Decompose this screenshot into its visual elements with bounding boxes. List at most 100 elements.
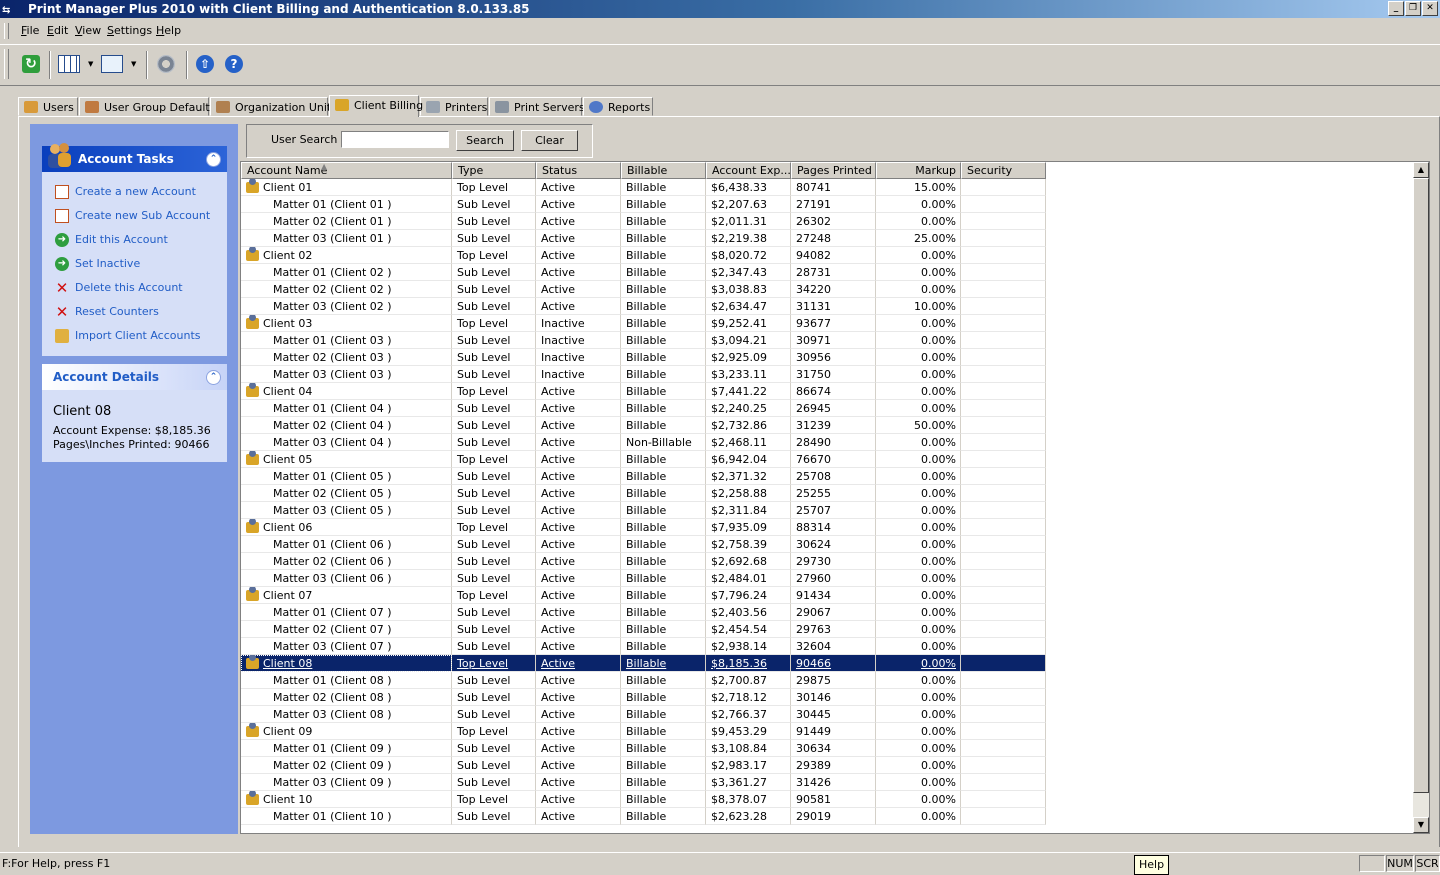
- tab-print-servers[interactable]: Print Servers: [489, 97, 585, 116]
- settings-button[interactable]: [153, 51, 179, 77]
- refresh-button[interactable]: ↻: [18, 51, 44, 77]
- table-row[interactable]: Matter 03 (Client 02 ) Sub Level Active Bil…: [241, 298, 1046, 315]
- app-icon[interactable]: ⇆: [2, 2, 24, 16]
- cell-account-name: Matter 03 (Client 03 ): [241, 366, 452, 383]
- table-row[interactable]: Matter 01 (Client 07 ) Sub Level Active Bil…: [241, 604, 1046, 621]
- account-tasks-header[interactable]: Account Tasks ⌃: [42, 143, 227, 172]
- tab-client-billing[interactable]: Client Billing: [329, 95, 423, 117]
- table-row[interactable]: Matter 02 (Client 02 ) Sub Level Active Bil…: [241, 281, 1046, 298]
- cell-security: [961, 570, 1046, 587]
- cell-billable: Billable: [621, 196, 706, 213]
- cell-markup: 0.00%: [876, 621, 961, 638]
- column-header-account-name[interactable]: Account Name: [241, 162, 452, 179]
- close-button[interactable]: ✕: [1422, 1, 1438, 16]
- table-row[interactable]: Matter 02 (Client 05 ) Sub Level Active Bil…: [241, 485, 1046, 502]
- column-header-billable[interactable]: Billable: [621, 162, 706, 179]
- table-row[interactable]: Matter 02 (Client 06 ) Sub Level Active Bil…: [241, 553, 1046, 570]
- tab-user-group-defaults[interactable]: User Group Defaults: [79, 97, 215, 116]
- table-row[interactable]: Client 09 Top Level Active Billable $9,453.2…: [241, 723, 1046, 740]
- table-row[interactable]: Matter 01 (Client 10 ) Sub Level Active Bil…: [241, 808, 1046, 825]
- table-row[interactable]: Matter 01 (Client 03 ) Sub Level Inactive B…: [241, 332, 1046, 349]
- column-header-security[interactable]: Security: [961, 162, 1046, 179]
- chart-view-dropdown[interactable]: ▼: [131, 60, 136, 68]
- table-row[interactable]: Matter 01 (Client 02 ) Sub Level Active Bil…: [241, 264, 1046, 281]
- table-row[interactable]: Matter 02 (Client 08 ) Sub Level Active Bil…: [241, 689, 1046, 706]
- table-row[interactable]: Client 04 Top Level Active Billable $7,441.2…: [241, 383, 1046, 400]
- detail-account-name: Client 08: [53, 404, 112, 419]
- restore-button[interactable]: ❐: [1405, 1, 1421, 16]
- create-sub-account-link[interactable]: Create new Sub Account: [55, 204, 227, 228]
- reset-counters-link[interactable]: ✕ Reset Counters: [55, 300, 227, 324]
- minimize-button[interactable]: _: [1388, 1, 1404, 16]
- table-row[interactable]: Matter 01 (Client 08 ) Sub Level Active Bil…: [241, 672, 1046, 689]
- account-details-header[interactable]: Account Details ⌃: [42, 364, 227, 390]
- table-row[interactable]: Client 10 Top Level Active Billable $8,378.0…: [241, 791, 1046, 808]
- menu-help[interactable]: Help: [156, 20, 181, 42]
- update-button[interactable]: ⇧: [192, 51, 218, 77]
- table-row[interactable]: Client 02 Top Level Active Billable $8,020.7…: [241, 247, 1046, 264]
- cell-pages-printed: 91449: [791, 723, 876, 740]
- column-header-type[interactable]: Type: [452, 162, 536, 179]
- scroll-thumb[interactable]: [1413, 178, 1429, 793]
- table-row[interactable]: Matter 03 (Client 06 ) Sub Level Active Bil…: [241, 570, 1046, 587]
- table-row[interactable]: Matter 03 (Client 03 ) Sub Level Inactive B…: [241, 366, 1046, 383]
- table-row[interactable]: Matter 03 (Client 08 ) Sub Level Active Bil…: [241, 706, 1046, 723]
- tab-reports[interactable]: Reports: [583, 97, 653, 116]
- table-row[interactable]: Client 06 Top Level Active Billable $7,935.0…: [241, 519, 1046, 536]
- column-header-status[interactable]: Status: [536, 162, 621, 179]
- table-row[interactable]: Matter 01 (Client 05 ) Sub Level Active Bil…: [241, 468, 1046, 485]
- collapse-icon[interactable]: ⌃: [206, 370, 221, 385]
- edit-account-link[interactable]: ➜ Edit this Account: [55, 228, 227, 252]
- table-row[interactable]: Client 07 Top Level Active Billable $7,796.2…: [241, 587, 1046, 604]
- table-row[interactable]: Client 05 Top Level Active Billable $6,942.0…: [241, 451, 1046, 468]
- toolbar-grip[interactable]: [4, 49, 9, 79]
- menu-file[interactable]: File: [21, 20, 39, 42]
- table-row[interactable]: Client 03 Top Level Inactive Billable $9,252…: [241, 315, 1046, 332]
- user-search-input[interactable]: [341, 131, 449, 148]
- table-row[interactable]: Matter 03 (Client 07 ) Sub Level Active Bil…: [241, 638, 1046, 655]
- table-row[interactable]: Matter 02 (Client 04 ) Sub Level Active Bil…: [241, 417, 1046, 434]
- table-row[interactable]: Matter 01 (Client 04 ) Sub Level Active Bil…: [241, 400, 1046, 417]
- chart-view-button[interactable]: [99, 51, 125, 77]
- cell-type: Sub Level: [452, 468, 536, 485]
- grid-view-dropdown[interactable]: ▼: [88, 60, 93, 68]
- menu-grip[interactable]: [4, 23, 9, 39]
- table-row[interactable]: Matter 02 (Client 07 ) Sub Level Active Bil…: [241, 621, 1046, 638]
- table-row[interactable]: Matter 01 (Client 01 ) Sub Level Active Bil…: [241, 196, 1046, 213]
- table-row[interactable]: Matter 03 (Client 09 ) Sub Level Active Bil…: [241, 774, 1046, 791]
- column-header-account-expense[interactable]: Account Exp...: [706, 162, 791, 179]
- import-accounts-link[interactable]: Import Client Accounts: [55, 324, 227, 348]
- menu-edit[interactable]: Edit: [47, 20, 68, 42]
- help-button[interactable]: ?: [221, 51, 247, 77]
- help-icon: ?: [225, 55, 243, 73]
- collapse-icon[interactable]: ⌃: [206, 152, 221, 167]
- create-account-link[interactable]: Create a new Account: [55, 180, 227, 204]
- table-row[interactable]: Matter 03 (Client 05 ) Sub Level Active Bil…: [241, 502, 1046, 519]
- search-button[interactable]: Search: [456, 130, 514, 151]
- cell-billable: Billable: [621, 298, 706, 315]
- cell-markup: 0.00%: [876, 536, 961, 553]
- menu-view[interactable]: View: [75, 20, 101, 42]
- delete-account-link[interactable]: ✕ Delete this Account: [55, 276, 227, 300]
- clear-button[interactable]: Clear: [521, 130, 578, 151]
- set-inactive-link[interactable]: ➜ Set Inactive: [55, 252, 227, 276]
- menu-settings[interactable]: Settings: [107, 20, 152, 42]
- table-row[interactable]: Matter 01 (Client 09 ) Sub Level Active Bil…: [241, 740, 1046, 757]
- grid-view-button[interactable]: [56, 51, 82, 77]
- table-row[interactable]: Matter 02 (Client 03 ) Sub Level Inactive B…: [241, 349, 1046, 366]
- table-row[interactable]: Matter 02 (Client 09 ) Sub Level Active Bil…: [241, 757, 1046, 774]
- table-row[interactable]: Matter 03 (Client 01 ) Sub Level Active Bil…: [241, 230, 1046, 247]
- table-row[interactable]: Matter 03 (Client 04 ) Sub Level Active Non…: [241, 434, 1046, 451]
- vertical-scrollbar[interactable]: ▲ ▼: [1413, 162, 1429, 833]
- column-header-pages-printed[interactable]: Pages Printed: [791, 162, 876, 179]
- scroll-down-button[interactable]: ▼: [1413, 817, 1429, 833]
- column-header-markup[interactable]: Markup: [876, 162, 961, 179]
- tab-users[interactable]: Users: [18, 97, 78, 116]
- tab-organization-units[interactable]: Organization Units: [210, 97, 337, 116]
- scroll-up-button[interactable]: ▲: [1413, 162, 1429, 178]
- tab-printers[interactable]: Printers: [420, 97, 488, 116]
- table-row[interactable]: Client 01 Top Level Active Billable $6,438.3…: [241, 179, 1046, 196]
- table-row[interactable]: Matter 02 (Client 01 ) Sub Level Active Bil…: [241, 213, 1046, 230]
- table-row[interactable]: Client 08 Top Level Active Billable $8,185.3…: [241, 655, 1046, 672]
- table-row[interactable]: Matter 01 (Client 06 ) Sub Level Active Bil…: [241, 536, 1046, 553]
